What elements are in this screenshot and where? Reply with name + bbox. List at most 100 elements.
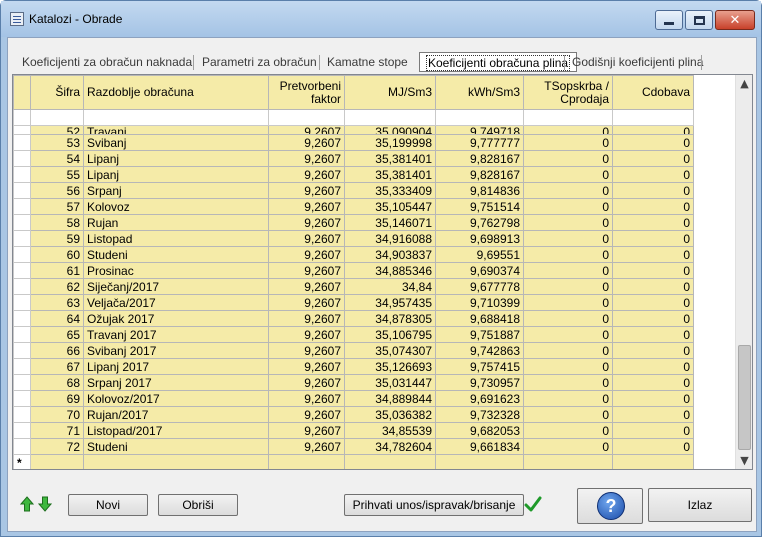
cell-faktor[interactable]: 9,2607 (268, 390, 345, 407)
row-selector[interactable] (13, 150, 31, 167)
cell-faktor[interactable]: 9,2607 (268, 422, 345, 439)
cell-cd[interactable]: 0 (612, 422, 694, 439)
row-selector[interactable] (13, 262, 31, 279)
cell-kwh[interactable]: 9,814836 (435, 182, 524, 199)
cell-sifra[interactable]: 64 (30, 310, 84, 327)
cell-mj[interactable]: 35,106795 (344, 326, 436, 343)
cell-cd[interactable]: 0 (612, 326, 694, 343)
cell-ts[interactable]: 0 (523, 198, 613, 215)
cell-kwh[interactable]: 9,828167 (435, 166, 524, 183)
cell-faktor[interactable]: 9,2607 (268, 438, 345, 455)
maximize-button[interactable] (685, 10, 713, 30)
table-row[interactable]: 70 Rujan/2017 9,2607 35,036382 9,732328 0 0 (13, 406, 694, 423)
cell-razdoblje[interactable]: Travanj (83, 125, 269, 135)
cell-kwh[interactable]: 9,777777 (435, 134, 524, 151)
scroll-down-icon[interactable]: ▼ (736, 452, 752, 469)
table-row[interactable]: 55 Lipanj 9,2607 35,381401 9,828167 0 0 (13, 166, 694, 183)
cell-sifra[interactable]: 55 (30, 166, 84, 183)
cell-ts[interactable]: 0 (523, 278, 613, 295)
cell-razdoblje[interactable]: Prosinac (83, 262, 269, 279)
table-row[interactable]: 69 Kolovoz/2017 9,2607 34,889844 9,691623 0 0 (13, 390, 694, 407)
filter-cell[interactable] (268, 109, 345, 126)
table-row[interactable]: 67 Lipanj 2017 9,2607 35,126693 9,757415 0 0 (13, 358, 694, 375)
table-row[interactable]: 66 Svibanj 2017 9,2607 35,074307 9,742863 0 0 (13, 342, 694, 359)
cell-razdoblje[interactable]: Lipanj 2017 (83, 358, 269, 375)
cell-mj[interactable]: 34,903837 (344, 246, 436, 263)
scroll-thumb[interactable] (738, 345, 751, 450)
tab-koeficijenti-plina[interactable]: Koeficijenti obračuna plina (419, 52, 578, 72)
filter-cell[interactable] (435, 109, 524, 126)
cell-sifra[interactable]: 71 (30, 422, 84, 439)
cell-faktor[interactable]: 9,2607 (268, 166, 345, 183)
row-selector-header[interactable] (13, 75, 31, 110)
cell-cd[interactable]: 0 (612, 342, 694, 359)
table-row[interactable]: 58 Rujan 9,2607 35,146071 9,762798 0 0 (13, 214, 694, 231)
cell-ts[interactable]: 0 (523, 406, 613, 423)
cell-mj[interactable] (344, 454, 436, 469)
filter-cell[interactable] (612, 109, 694, 126)
cell-ts[interactable]: 0 (523, 294, 613, 311)
cell-sifra[interactable]: 53 (30, 134, 84, 151)
cell-mj[interactable]: 35,031447 (344, 374, 436, 391)
cell-cd[interactable]: 0 (612, 125, 694, 135)
cell-faktor[interactable]: 9,2607 (268, 342, 345, 359)
cell-razdoblje[interactable]: Rujan/2017 (83, 406, 269, 423)
cell-razdoblje[interactable]: Listopad/2017 (83, 422, 269, 439)
row-selector[interactable] (13, 390, 31, 407)
cell-ts[interactable]: 0 (523, 125, 613, 135)
cell-sifra[interactable]: 62 (30, 278, 84, 295)
row-selector[interactable] (13, 406, 31, 423)
vertical-scrollbar[interactable]: ▲ ▼ (735, 75, 752, 469)
cell-faktor[interactable]: 9,2607 (268, 406, 345, 423)
cell-faktor[interactable]: 9,2607 (268, 374, 345, 391)
table-row[interactable]: 63 Veljača/2017 9,2607 34,957435 9,710399 0 0 (13, 294, 694, 311)
cell-ts[interactable]: 0 (523, 438, 613, 455)
table-row[interactable]: 68 Srpanj 2017 9,2607 35,031447 9,730957 0 0 (13, 374, 694, 391)
cell-kwh[interactable]: 9,742863 (435, 342, 524, 359)
prihvati-button[interactable]: Prihvati unos/ispravak/brisanje (344, 494, 524, 516)
tab-koeficijenti-naknada[interactable]: Koeficijenti za obračun naknada (16, 52, 198, 72)
cell-cd[interactable] (612, 454, 694, 469)
column-header-mj[interactable]: MJ/Sm3 (344, 75, 436, 110)
cell-cd[interactable]: 0 (612, 278, 694, 295)
cell-kwh[interactable]: 9,69551 (435, 246, 524, 263)
row-selector[interactable] (13, 374, 31, 391)
cell-sifra[interactable]: 65 (30, 326, 84, 343)
cell-cd[interactable]: 0 (612, 390, 694, 407)
cell-kwh[interactable]: 9,828167 (435, 150, 524, 167)
cell-faktor[interactable]: 9,2607 (268, 214, 345, 231)
cell-mj[interactable]: 35,090904 (344, 125, 436, 135)
row-selector[interactable]: * (13, 454, 31, 469)
cell-ts[interactable]: 0 (523, 374, 613, 391)
cell-sifra[interactable]: 52 (30, 125, 84, 135)
cell-cd[interactable]: 0 (612, 182, 694, 199)
cell-cd[interactable]: 0 (612, 262, 694, 279)
cell-ts[interactable]: 0 (523, 342, 613, 359)
table-row[interactable]: 60 Studeni 9,2607 34,903837 9,69551 0 0 (13, 246, 694, 263)
cell-mj[interactable]: 35,333409 (344, 182, 436, 199)
cell-ts[interactable]: 0 (523, 326, 613, 343)
cell-kwh[interactable]: 9,749718 (435, 125, 524, 135)
cell-mj[interactable]: 34,85539 (344, 422, 436, 439)
table-row[interactable]: 65 Travanj 2017 9,2607 35,106795 9,751887 0 0 (13, 326, 694, 343)
data-grid[interactable]: Šifra Razdoblje obračuna Pretvorbeni fak… (12, 74, 753, 470)
row-selector[interactable] (13, 125, 31, 135)
row-selector[interactable] (13, 358, 31, 375)
cell-razdoblje[interactable]: Kolovoz (83, 198, 269, 215)
cell-kwh[interactable]: 9,677778 (435, 278, 524, 295)
cell-faktor[interactable] (268, 454, 345, 469)
filter-cell[interactable] (523, 109, 613, 126)
cell-kwh[interactable]: 9,757415 (435, 358, 524, 375)
title-bar[interactable]: Katalozi - Obrade ✕ (1, 1, 761, 37)
izlaz-button[interactable]: Izlaz (648, 488, 752, 522)
cell-ts[interactable]: 0 (523, 390, 613, 407)
table-row-partial[interactable]: 52 Travanj 9,2607 35,090904 9,749718 0 0 (13, 125, 694, 135)
table-row[interactable]: 53 Svibanj 9,2607 35,199998 9,777777 0 0 (13, 134, 694, 151)
cell-razdoblje[interactable] (83, 454, 269, 469)
cell-mj[interactable]: 35,146071 (344, 214, 436, 231)
cell-mj[interactable]: 35,199998 (344, 134, 436, 151)
cell-cd[interactable]: 0 (612, 310, 694, 327)
cell-razdoblje[interactable]: Svibanj 2017 (83, 342, 269, 359)
cell-kwh[interactable]: 9,682053 (435, 422, 524, 439)
cell-cd[interactable]: 0 (612, 406, 694, 423)
